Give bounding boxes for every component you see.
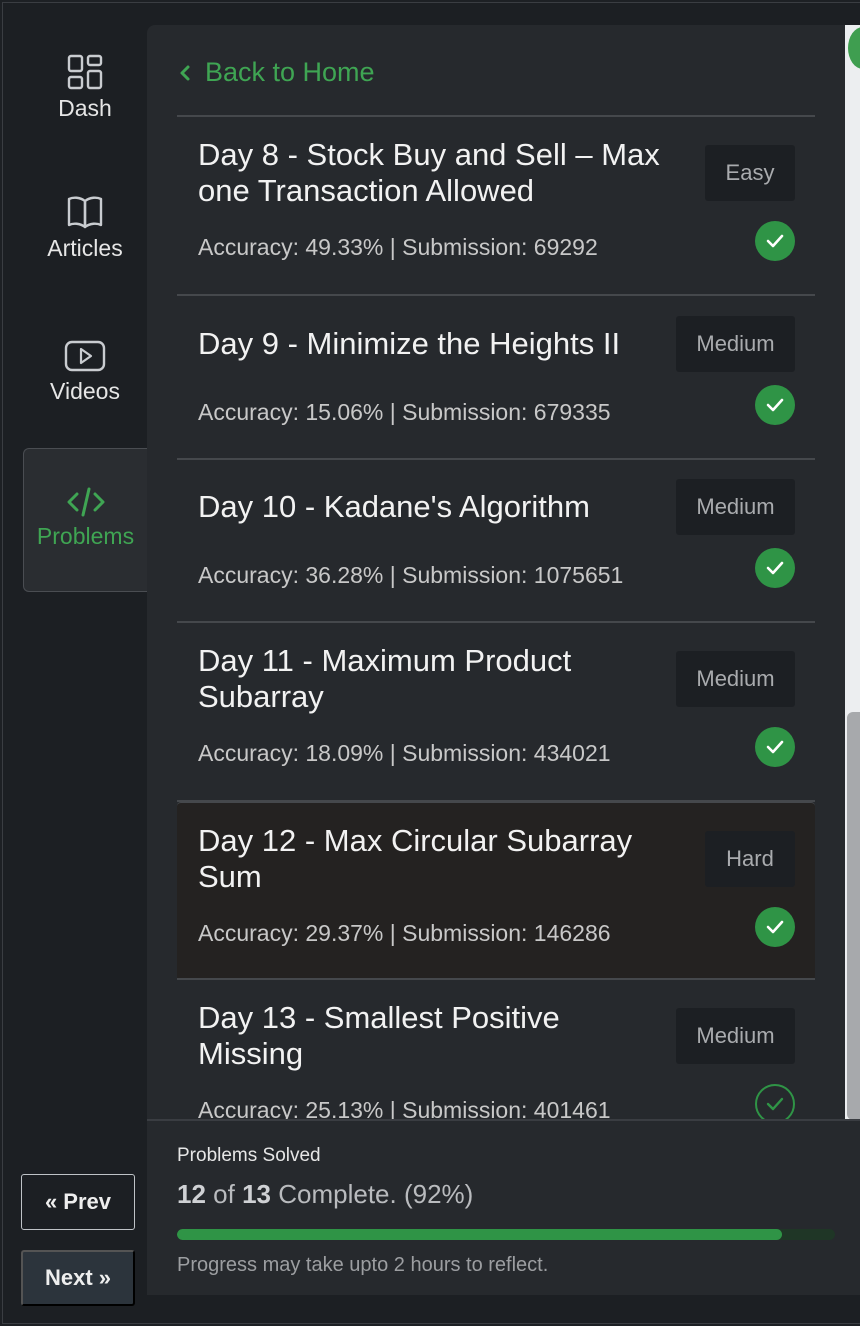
prev-label: Prev — [63, 1189, 111, 1214]
problem-card[interactable]: Day 10 - Kadane's Algorithm Medium Accur… — [177, 460, 815, 623]
difficulty-badge: Medium — [676, 479, 795, 535]
double-chevron-left-icon: « — [45, 1189, 58, 1214]
solved-check-icon — [755, 548, 795, 588]
progress-bar-fill — [177, 1229, 783, 1240]
problem-title[interactable]: Day 13 - Smallest Positive Missing — [198, 1000, 638, 1072]
problem-stats: Accuracy: 15.06% | Submission: 679335 — [198, 399, 611, 425]
book-icon — [67, 196, 103, 229]
play-icon — [64, 340, 106, 372]
difficulty-badge: Easy — [705, 145, 795, 201]
chevron-left-icon — [180, 65, 190, 80]
sidebar-item-label: Articles — [47, 235, 123, 261]
complete-text: Complete. (92%) — [278, 1179, 474, 1209]
problem-card[interactable]: Day 9 - Minimize the Heights II Medium A… — [177, 296, 815, 460]
solved-check-icon — [755, 221, 795, 261]
problem-stats: Accuracy: 29.37% | Submission: 146286 — [198, 920, 611, 946]
progress-bar — [177, 1229, 835, 1240]
sidebar-item-articles[interactable]: Articles — [23, 193, 147, 262]
problem-card[interactable]: Day 11 - Maximum Product Subarray Medium… — [177, 623, 815, 802]
problem-list-panel: Back to Home Day 8 - Stock Buy and Sell … — [147, 25, 860, 1295]
back-label: Back to Home — [205, 57, 375, 87]
dashboard-icon — [67, 54, 103, 90]
code-icon — [67, 487, 104, 517]
problem-title[interactable]: Day 10 - Kadane's Algorithm — [198, 489, 668, 525]
unsolved-check-icon — [755, 1084, 795, 1124]
solved-count: 12 — [177, 1179, 206, 1209]
scrollbar-thumb[interactable] — [847, 712, 860, 1120]
sidebar-item-label: Dash — [58, 95, 112, 121]
solved-check-icon — [755, 907, 795, 947]
progress-count: 12 of 13 Complete. (92%) — [177, 1179, 473, 1210]
difficulty-badge: Medium — [676, 316, 795, 372]
next-button[interactable]: Next » — [21, 1250, 135, 1306]
problem-title[interactable]: Day 8 - Stock Buy and Sell – Max one Tra… — [198, 137, 668, 209]
problem-title[interactable]: Day 11 - Maximum Product Subarray — [198, 643, 638, 715]
sidebar-item-label: Problems — [36, 523, 135, 549]
problem-card[interactable]: Day 8 - Stock Buy and Sell – Max one Tra… — [177, 117, 815, 296]
sidebar-item-problems[interactable]: Problems — [23, 448, 147, 592]
sidebar-item-dash[interactable]: Dash — [23, 53, 147, 122]
back-to-home-link[interactable]: Back to Home — [179, 57, 375, 88]
difficulty-badge: Medium — [676, 1008, 795, 1064]
problem-stats: Accuracy: 18.09% | Submission: 434021 — [198, 740, 611, 766]
progress-note: Progress may take upto 2 hours to reflec… — [177, 1254, 549, 1276]
sidebar-item-videos[interactable]: Videos — [23, 338, 147, 405]
progress-label: Problems Solved — [177, 1145, 321, 1166]
problem-card[interactable]: Day 12 - Max Circular Subarray Sum Hard … — [177, 802, 815, 980]
solved-check-icon — [755, 727, 795, 767]
sidebar: Dash Articles Videos Problems « Prev Nex… — [3, 3, 147, 1323]
of-word: of — [213, 1179, 235, 1209]
prev-button[interactable]: « Prev — [21, 1174, 135, 1230]
double-chevron-right-icon: » — [98, 1265, 111, 1290]
next-label: Next — [45, 1265, 93, 1290]
problem-stats: Accuracy: 49.33% | Submission: 69292 — [198, 234, 598, 260]
sidebar-item-label: Videos — [50, 378, 120, 404]
difficulty-badge: Medium — [676, 651, 795, 707]
solved-check-icon — [755, 385, 795, 425]
total-count: 13 — [242, 1179, 271, 1209]
progress-footer: Problems Solved 12 of 13 Complete. (92%)… — [147, 1119, 860, 1295]
problem-title[interactable]: Day 12 - Max Circular Subarray Sum — [198, 823, 668, 895]
problem-stats: Accuracy: 36.28% | Submission: 1075651 — [198, 562, 624, 588]
difficulty-badge: Hard — [705, 831, 795, 887]
problem-title[interactable]: Day 9 - Minimize the Heights II — [198, 326, 668, 362]
